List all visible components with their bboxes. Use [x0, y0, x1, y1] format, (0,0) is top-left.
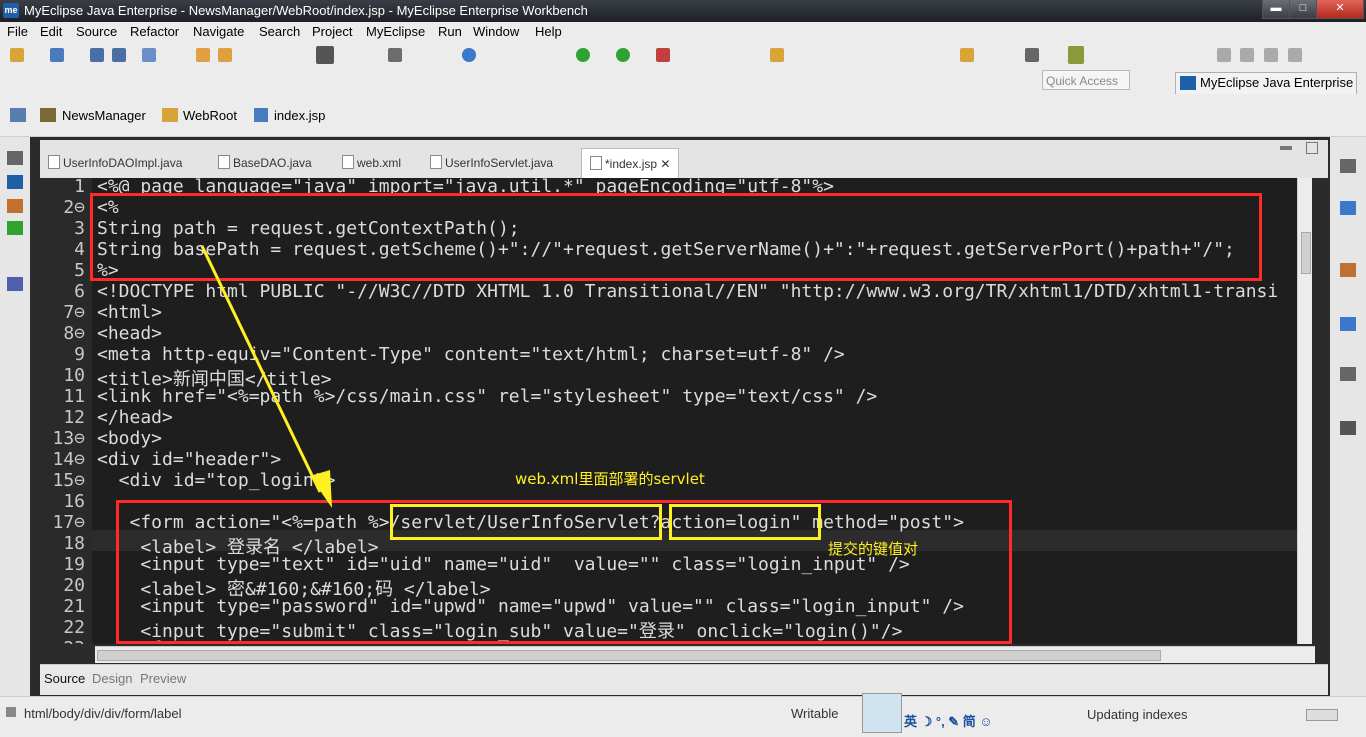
tab-source[interactable]: Source — [44, 671, 85, 686]
ime-avatar[interactable] — [862, 693, 902, 733]
status-mode: Writable — [791, 706, 839, 721]
status-path: html/body/div/div/form/label — [24, 706, 182, 721]
annotation-arrow — [200, 245, 332, 508]
status-bar: html/body/div/div/form/label Writable 英 … — [0, 693, 1366, 737]
editor-mode-tabs: Source Design Preview — [40, 664, 1328, 695]
tab-design[interactable]: Design — [92, 671, 132, 686]
annotation-kv-note: 提交的键值对 — [828, 540, 919, 558]
progress-bar — [1306, 709, 1338, 721]
status-icon — [6, 707, 16, 717]
status-progress-text: Updating indexes — [1087, 707, 1188, 722]
ime-toolbar[interactable]: 英 ☽ °, ✎ 简 ☺ — [904, 711, 993, 730]
tab-preview[interactable]: Preview — [140, 671, 186, 686]
annotation-servlet-note: web.xml里面部署的servlet — [515, 470, 705, 488]
